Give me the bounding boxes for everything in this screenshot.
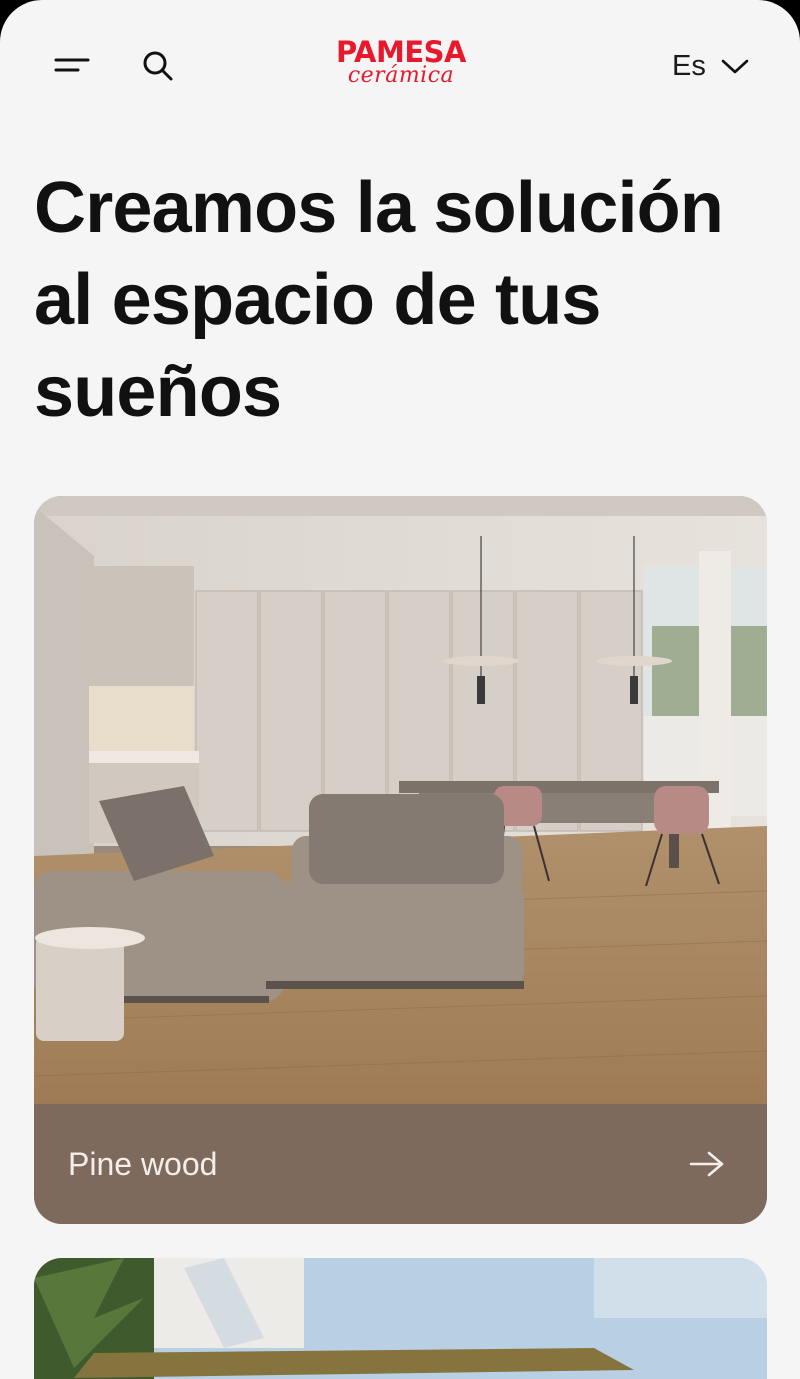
search-icon	[143, 51, 173, 81]
language-label: Es	[672, 49, 706, 82]
logo-brand: PAMESA	[335, 35, 467, 69]
card-footer: Pine wood	[34, 1104, 767, 1224]
pamesa-logo[interactable]: PAMESA cerámica	[334, 38, 468, 90]
menu-button[interactable]	[52, 48, 92, 82]
arrow-right-icon[interactable]	[687, 1149, 727, 1179]
logo-sub: cerámica	[347, 63, 455, 88]
product-card-outdoor[interactable]	[34, 1258, 767, 1379]
app-screen: PAMESA cerámica Es Creamos la solución a…	[0, 0, 800, 1379]
interior-photo	[34, 496, 767, 1106]
search-button[interactable]	[138, 46, 178, 86]
top-bar: PAMESA cerámica Es	[0, 0, 800, 130]
card-title: Pine wood	[68, 1145, 218, 1182]
product-card-pine-wood[interactable]: Pine wood	[34, 496, 767, 1224]
hero-headline: Creamos la solución al espacio de tus su…	[34, 168, 724, 432]
language-selector[interactable]: Es	[672, 44, 750, 88]
chevron-down-icon	[721, 59, 749, 74]
menu-icon	[54, 58, 90, 72]
outdoor-photo	[34, 1258, 767, 1379]
